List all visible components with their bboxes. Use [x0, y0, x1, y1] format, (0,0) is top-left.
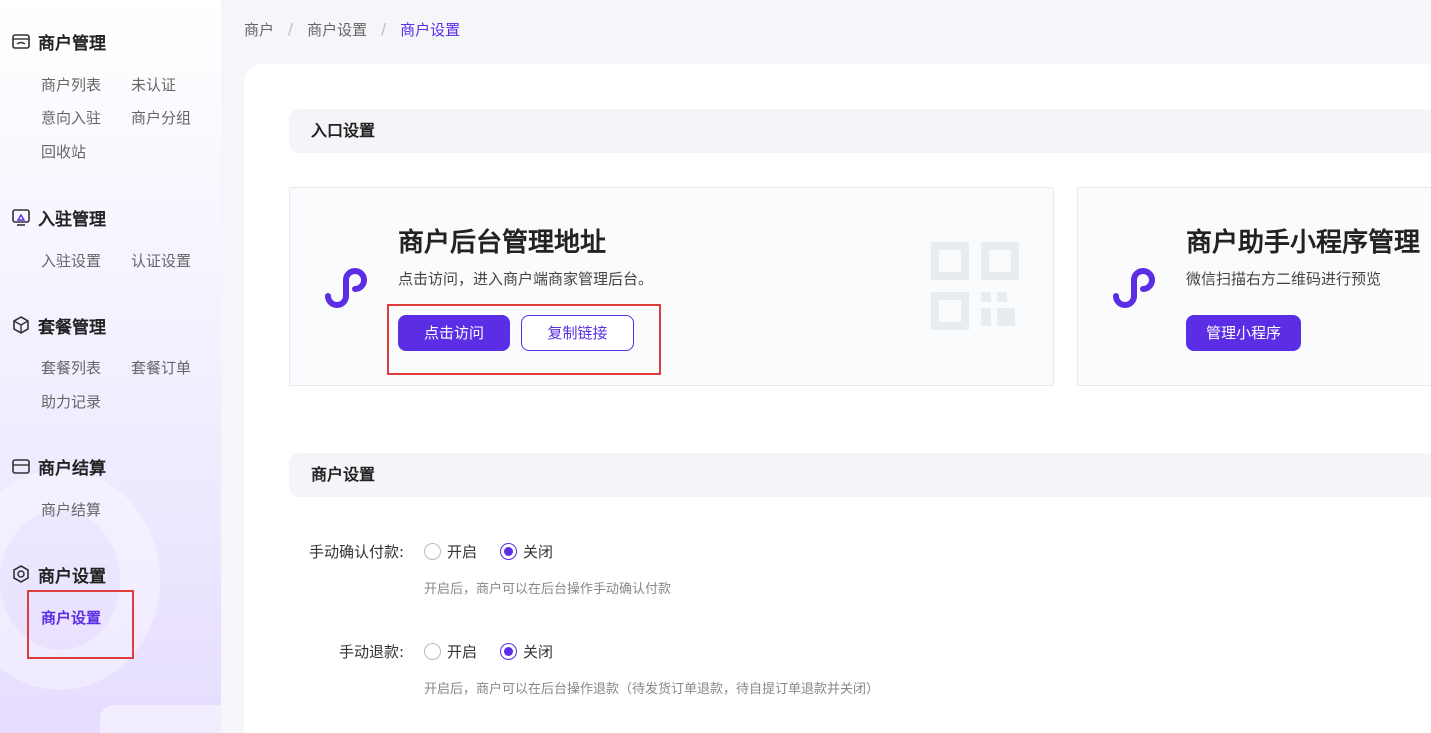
sidebar-group-title: 商户结算 [38, 458, 106, 479]
sidebar-group-entry-management[interactable]: 入驻管理 [11, 205, 106, 230]
radio-label: 开启 [447, 643, 478, 661]
package-icon [13, 316, 29, 334]
form-label-manual-confirm-payment: 手动确认付款: [308, 543, 404, 561]
sidebar-item-verify-settings[interactable]: 认证设置 [131, 250, 191, 272]
radio-label: 开启 [447, 543, 478, 561]
form-label-manual-refund: 手动退款: [338, 643, 404, 661]
sidebar: 商户管理 商户列表 未认证 意向入驻 商户分组 回收站 入驻管理 入驻设置 认证… [0, 0, 221, 733]
sidebar-group-package-management[interactable]: 套餐管理 [11, 313, 106, 338]
miniprogram-logo-icon [1113, 268, 1155, 308]
wallet-icon [12, 459, 30, 474]
entry-card-title: 商户后台管理地址 [398, 228, 607, 258]
sidebar-group-title: 入驻管理 [38, 209, 106, 230]
radio-dot [500, 643, 517, 660]
qr-code-icon [931, 242, 1019, 330]
breadcrumb-separator: / [288, 20, 294, 38]
breadcrumb-item[interactable]: 商户 [244, 19, 274, 40]
radio-manual-refund-off[interactable]: 关闭 [500, 641, 553, 662]
visit-button[interactable]: 点击访问 [398, 315, 510, 351]
breadcrumb-current: 商户设置 [400, 20, 461, 39]
radio-label: 关闭 [523, 543, 554, 561]
sidebar-item-intended-entry[interactable]: 意向入驻 [41, 107, 101, 129]
sidebar-group-title: 商户设置 [38, 566, 106, 587]
sidebar-group-title: 商户管理 [38, 33, 106, 54]
sidebar-item-merchant-settlement[interactable]: 商户结算 [41, 499, 101, 521]
entry-card-desc: 点击访问，进入商户端商家管理后台。 [398, 270, 654, 288]
sidebar-group-merchant-settlement[interactable]: 商户结算 [11, 454, 106, 479]
sidebar-group-title: 套餐管理 [38, 317, 106, 338]
breadcrumb-separator: / [381, 20, 387, 38]
radio-dot [424, 643, 441, 660]
breadcrumb-item[interactable]: 商户设置 [307, 19, 367, 40]
breadcrumb: 商户 / 商户设置 / 商户设置 [244, 18, 460, 40]
form-hint: 开启后，商户可以在后台操作退款（待发货订单退款，待自提订单退款并关闭） [424, 682, 880, 697]
sidebar-item-merchant-list[interactable]: 商户列表 [41, 74, 101, 96]
sidebar-item-entry-settings[interactable]: 入驻设置 [41, 250, 101, 272]
radio-label: 关闭 [523, 643, 554, 661]
sidebar-item-merchant-settings[interactable]: 商户设置 [41, 607, 101, 629]
entry-card-desc: 微信扫描右方二维码进行预览 [1186, 270, 1382, 288]
form-hint: 开启后，商户可以在后台操作手动确认付款 [424, 582, 672, 597]
sidebar-item-package-list[interactable]: 套餐列表 [41, 357, 101, 379]
entry-card-admin: 商户后台管理地址 点击访问，进入商户端商家管理后台。 点击访问 复制链接 [289, 187, 1054, 386]
miniprogram-logo-icon [325, 268, 367, 308]
section-title-entry: 入口设置 [289, 109, 1431, 153]
settings-hex-icon [13, 565, 29, 583]
sidebar-group-merchant-settings[interactable]: 商户设置 [11, 562, 106, 587]
section-title-settings: 商户设置 [289, 453, 1431, 497]
sidebar-item-boost-records[interactable]: 助力记录 [41, 391, 101, 413]
monitor-icon [12, 209, 30, 226]
radio-dot [500, 543, 517, 560]
shop-icon [12, 34, 30, 49]
copy-link-button[interactable]: 复制链接 [521, 315, 634, 351]
radio-dot [424, 543, 441, 560]
sidebar-group-merchant-management[interactable]: 商户管理 [11, 29, 106, 54]
sidebar-item-unverified[interactable]: 未认证 [131, 74, 176, 96]
sidebar-item-merchant-group[interactable]: 商户分组 [131, 107, 191, 129]
sidebar-decoration [100, 705, 221, 733]
sidebar-item-package-orders[interactable]: 套餐订单 [131, 357, 191, 379]
manage-miniprogram-button[interactable]: 管理小程序 [1186, 315, 1301, 351]
radio-manual-confirm-off[interactable]: 关闭 [500, 541, 553, 562]
main-content: 入口设置 商户后台管理地址 点击访问，进入商户端商家管理后台。 点击访问 复制链… [244, 64, 1431, 733]
radio-manual-confirm-on[interactable]: 开启 [424, 541, 477, 562]
entry-card-miniprogram: 商户助手小程序管理 微信扫描右方二维码进行预览 管理小程序 [1077, 187, 1431, 386]
entry-card-title: 商户助手小程序管理 [1186, 228, 1421, 258]
radio-manual-refund-on[interactable]: 开启 [424, 641, 477, 662]
sidebar-item-recycle-bin[interactable]: 回收站 [41, 141, 86, 163]
